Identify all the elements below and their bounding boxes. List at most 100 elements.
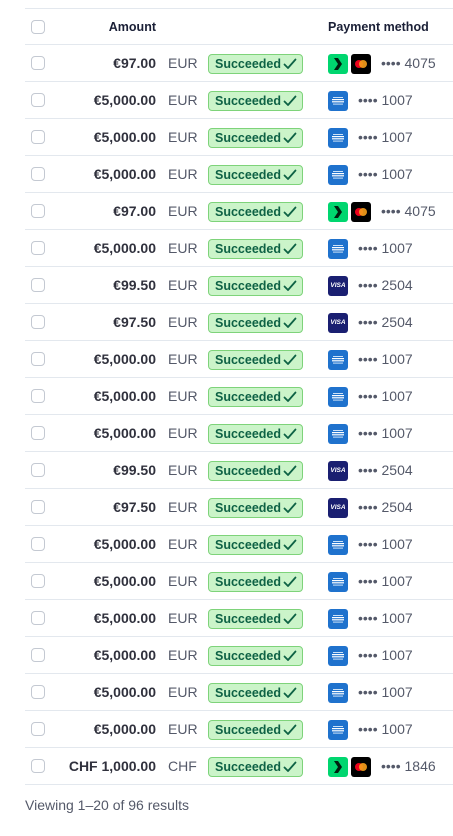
status-label: Succeeded xyxy=(215,168,282,182)
card-last4: •••• 1007 xyxy=(358,129,413,145)
status-badge: Succeeded xyxy=(208,276,303,296)
mastercard-icon xyxy=(351,54,371,74)
status-badge: Succeeded xyxy=(208,350,303,370)
amount-cell: €5,000.00 xyxy=(93,536,156,552)
table-row[interactable]: €5,000.00 EUR Succeeded •••• 1007 xyxy=(25,119,453,156)
status-badge: Succeeded xyxy=(208,461,303,481)
table-row[interactable]: €97.50 EUR Succeeded VISA •••• 2504 xyxy=(25,489,453,526)
mastercard-icon xyxy=(351,202,371,222)
row-checkbox[interactable] xyxy=(31,500,45,514)
table-row[interactable]: €5,000.00 EUR Succeeded •••• 1007 xyxy=(25,82,453,119)
row-checkbox[interactable] xyxy=(31,389,45,403)
row-checkbox[interactable] xyxy=(31,93,45,107)
table-row[interactable]: €97.00 EUR Succeeded •••• 4075 xyxy=(25,193,453,230)
status-badge: Succeeded xyxy=(208,572,303,592)
currency-cell: EUR xyxy=(168,499,198,515)
amex-icon xyxy=(328,165,348,185)
card-last4: •••• 1007 xyxy=(358,573,413,589)
row-checkbox[interactable] xyxy=(31,204,45,218)
row-checkbox[interactable] xyxy=(31,463,45,477)
card-last4: •••• 1007 xyxy=(358,684,413,700)
row-checkbox[interactable] xyxy=(31,759,45,773)
table-row[interactable]: €5,000.00 EUR Succeeded •••• 1007 xyxy=(25,378,453,415)
currency-cell: EUR xyxy=(168,536,198,552)
amount-cell: €5,000.00 xyxy=(93,166,156,182)
row-checkbox[interactable] xyxy=(31,574,45,588)
table-row[interactable]: €97.00 EUR Succeeded •••• 4075 xyxy=(25,45,453,82)
currency-cell: EUR xyxy=(168,573,198,589)
checkmark-icon xyxy=(283,613,297,624)
amount-cell: €5,000.00 xyxy=(93,721,156,737)
amex-icon xyxy=(328,128,348,148)
table-header: Amount Payment method xyxy=(25,8,453,45)
table-row[interactable]: €5,000.00 EUR Succeeded •••• 1007 xyxy=(25,156,453,193)
amex-icon xyxy=(328,535,348,555)
status-badge: Succeeded xyxy=(208,313,303,333)
table-row[interactable]: CHF 1,000.00 CHF Succeeded •••• 1846 xyxy=(25,748,453,785)
amount-cell: €97.00 xyxy=(113,55,156,71)
status-badge: Succeeded xyxy=(208,683,303,703)
select-all-checkbox[interactable] xyxy=(31,20,45,34)
checkmark-icon xyxy=(283,95,297,106)
checkmark-icon xyxy=(283,428,297,439)
row-checkbox[interactable] xyxy=(31,315,45,329)
table-row[interactable]: €5,000.00 EUR Succeeded •••• 1007 xyxy=(25,230,453,267)
currency-cell: EUR xyxy=(168,55,198,71)
row-checkbox[interactable] xyxy=(31,722,45,736)
status-badge: Succeeded xyxy=(208,609,303,629)
row-checkbox[interactable] xyxy=(31,537,45,551)
status-badge: Succeeded xyxy=(208,720,303,740)
status-label: Succeeded xyxy=(215,760,282,774)
row-checkbox[interactable] xyxy=(31,426,45,440)
status-label: Succeeded xyxy=(215,131,282,145)
amount-cell: €5,000.00 xyxy=(93,240,156,256)
table-row[interactable]: €5,000.00 EUR Succeeded •••• 1007 xyxy=(25,563,453,600)
visa-icon: VISA xyxy=(328,461,348,481)
row-checkbox[interactable] xyxy=(31,130,45,144)
currency-cell: EUR xyxy=(168,388,198,404)
table-row[interactable]: €5,000.00 EUR Succeeded •••• 1007 xyxy=(25,674,453,711)
status-badge: Succeeded xyxy=(208,128,303,148)
amex-icon xyxy=(328,387,348,407)
link-icon xyxy=(328,202,348,222)
currency-cell: EUR xyxy=(168,92,198,108)
status-label: Succeeded xyxy=(215,57,282,71)
amount-cell: €5,000.00 xyxy=(93,647,156,663)
checkmark-icon xyxy=(283,724,297,735)
status-badge: Succeeded xyxy=(208,91,303,111)
table-row[interactable]: €5,000.00 EUR Succeeded •••• 1007 xyxy=(25,341,453,378)
checkmark-icon xyxy=(283,169,297,180)
table-row[interactable]: €5,000.00 EUR Succeeded •••• 1007 xyxy=(25,526,453,563)
amex-icon xyxy=(328,720,348,740)
row-checkbox[interactable] xyxy=(31,648,45,662)
table-row[interactable]: €97.50 EUR Succeeded VISA •••• 2504 xyxy=(25,304,453,341)
pagination-summary: Viewing 1–20 of 96 results xyxy=(25,797,189,813)
row-checkbox[interactable] xyxy=(31,241,45,255)
card-last4: •••• 1007 xyxy=(358,351,413,367)
currency-cell: EUR xyxy=(168,610,198,626)
checkmark-icon xyxy=(283,58,297,69)
status-label: Succeeded xyxy=(215,242,282,256)
table-row[interactable]: €5,000.00 EUR Succeeded •••• 1007 xyxy=(25,600,453,637)
row-checkbox[interactable] xyxy=(31,167,45,181)
table-row[interactable]: €5,000.00 EUR Succeeded •••• 1007 xyxy=(25,415,453,452)
table-row[interactable]: €5,000.00 EUR Succeeded •••• 1007 xyxy=(25,711,453,748)
amount-column-header[interactable]: Amount xyxy=(109,20,156,34)
amount-cell: €5,000.00 xyxy=(93,92,156,108)
currency-cell: EUR xyxy=(168,166,198,182)
row-checkbox[interactable] xyxy=(31,611,45,625)
row-checkbox[interactable] xyxy=(31,278,45,292)
card-last4: •••• 2504 xyxy=(358,314,413,330)
amex-icon xyxy=(328,424,348,444)
currency-cell: EUR xyxy=(168,684,198,700)
status-label: Succeeded xyxy=(215,723,282,737)
row-checkbox[interactable] xyxy=(31,352,45,366)
table-row[interactable]: €5,000.00 EUR Succeeded •••• 1007 xyxy=(25,637,453,674)
row-checkbox[interactable] xyxy=(31,685,45,699)
amex-icon xyxy=(328,609,348,629)
checkmark-icon xyxy=(283,391,297,402)
payment-method-column-header[interactable]: Payment method xyxy=(328,20,429,34)
table-row[interactable]: €99.50 EUR Succeeded VISA •••• 2504 xyxy=(25,452,453,489)
table-row[interactable]: €99.50 EUR Succeeded VISA •••• 2504 xyxy=(25,267,453,304)
row-checkbox[interactable] xyxy=(31,56,45,70)
